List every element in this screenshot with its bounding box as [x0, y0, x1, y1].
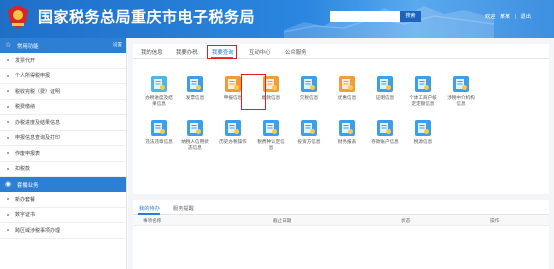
- bullet-icon: [7, 90, 9, 93]
- sidebar-item[interactable]: 跨区域涉税事项办理: [0, 223, 126, 239]
- bullet-icon: [7, 198, 9, 201]
- bullet-icon: [7, 59, 9, 62]
- preference-icon: [339, 76, 355, 92]
- tab-do-tax[interactable]: 我要办税: [176, 48, 198, 56]
- tax-type-icon: [263, 120, 279, 136]
- search-input[interactable]: [330, 11, 400, 22]
- function-label: 税源信息: [413, 139, 433, 144]
- sidebar-item-label: 税收完税（费）证明: [15, 88, 61, 95]
- todo-tab-bar: 我的待办 服务提醒: [133, 200, 549, 215]
- sidebar-section-title: 套餐业务: [17, 182, 39, 189]
- sidebar-item[interactable]: 扣税款: [0, 162, 126, 177]
- invoice-icon: [187, 76, 203, 92]
- sidebar-item-label: 作废申报表: [15, 150, 41, 157]
- tax-source-icon: [415, 120, 431, 136]
- bullet-icon: [7, 136, 9, 139]
- function-label-line2: 信息: [456, 101, 466, 106]
- sidebar-item[interactable]: 税费缴纳: [0, 100, 126, 115]
- sidebar-item-label: 税费缴纳: [15, 104, 36, 111]
- top-links: 欢迎 某某 | 退出: [485, 13, 534, 20]
- sidebar-item[interactable]: 作废申报表: [0, 146, 126, 162]
- progress-icon: [151, 76, 167, 92]
- sidebar-section-title: 常用功能: [17, 43, 39, 50]
- todo-card: 我的待办 服务提醒 事项名称 截止日期 状态 操作: [133, 200, 549, 269]
- sidebar-item[interactable]: 办税进度及结果信息: [0, 115, 126, 131]
- sidebar-item[interactable]: 新办套餐: [0, 192, 126, 208]
- tab-highlight-box: [207, 45, 237, 59]
- investor-icon: [301, 120, 317, 136]
- arrears-icon: [301, 76, 317, 92]
- search-button[interactable]: 搜索: [400, 11, 421, 22]
- bullet-icon: [7, 105, 9, 108]
- sidebar-item-label: 个人所得税申报: [15, 73, 51, 80]
- sidebar-item-label: 发票代开: [15, 57, 36, 64]
- function-item[interactable]: 税源信息: [398, 118, 448, 160]
- bullet-icon: [7, 152, 9, 155]
- bullet-icon: [7, 213, 9, 216]
- sidebar: ☆ 常用功能 设置 发票代开 个人所得税申报 税收完税（费）证明 税费缴纳 办税…: [0, 38, 127, 269]
- credit-icon: [187, 120, 203, 136]
- sidebar-item-label: 申报信息查询及打印: [15, 135, 61, 142]
- username-text[interactable]: 某某: [500, 14, 510, 20]
- tab-public-service[interactable]: 公众服务: [285, 48, 307, 56]
- sidebar-item-label: 办税进度及结果信息: [15, 119, 61, 126]
- star-icon: ☆: [5, 42, 12, 49]
- header-bar: 国家税务总局重庆市电子税务局 搜索 欢迎 某某 | 退出: [0, 0, 554, 38]
- bullet-icon: [7, 229, 9, 232]
- business-icon: [415, 76, 431, 92]
- tax-emblem-icon: [8, 5, 28, 29]
- column-header: 操作: [490, 218, 500, 223]
- violation-icon: [151, 120, 167, 136]
- tab-my-info[interactable]: 我的信息: [141, 48, 163, 56]
- sidebar-item[interactable]: 数字证书: [0, 208, 126, 223]
- tab-my-todo[interactable]: 我的待办: [139, 205, 160, 212]
- column-header: 截止日期: [273, 218, 292, 223]
- bullet-icon: [7, 167, 9, 170]
- bullet-icon: [7, 121, 9, 124]
- history-icon: [225, 120, 241, 136]
- column-header: 事项名称: [143, 218, 162, 223]
- main-area: 我的信息 我要办税 我要查询 互动中心 公众服务 办税进度及结 果信息 发票信息 申报…: [128, 38, 554, 269]
- declaration-highlight-box: [241, 74, 266, 110]
- welcome-text: 欢迎: [485, 14, 496, 20]
- function-card: 我的信息 我要办税 我要查询 互动中心 公众服务 办税进度及结 果信息 发票信息 申报…: [133, 44, 549, 194]
- sidebar-item[interactable]: 发票代开: [0, 53, 126, 69]
- sidebar-item[interactable]: 税收完税（费）证明: [0, 84, 126, 100]
- declaration-icon: [225, 76, 241, 92]
- site-title: 国家税务总局重庆市电子税务局: [38, 8, 256, 26]
- sidebar-item-label: 新办套餐: [15, 196, 36, 203]
- financial-report-icon: [339, 120, 355, 136]
- link-separator: |: [514, 14, 517, 20]
- tab-interaction[interactable]: 互动中心: [249, 48, 271, 56]
- logout-link[interactable]: 退出: [521, 14, 531, 20]
- sidebar-item[interactable]: 个人所得税申报: [0, 69, 126, 84]
- settings-link[interactable]: 设置: [106, 42, 122, 49]
- certificate-icon: [377, 76, 393, 92]
- sidebar-section-package[interactable]: ◉ 套餐业务: [0, 177, 126, 192]
- bullet-icon: [7, 74, 9, 77]
- package-icon: ◉: [5, 181, 12, 188]
- column-header: 状态: [401, 218, 411, 223]
- function-item[interactable]: 涉税中介机构 信息: [436, 74, 486, 116]
- sidebar-item-label: 数字证书: [15, 212, 36, 219]
- sidebar-item-label: 扣税款: [15, 166, 31, 173]
- sidebar-item[interactable]: 申报信息查询及打印: [0, 131, 126, 146]
- agency-icon: [453, 76, 469, 92]
- sidebar-section-common[interactable]: ☆ 常用功能 设置: [0, 38, 126, 53]
- todo-table-header: 事项名称 截止日期 状态 操作: [133, 215, 549, 226]
- tab-bar: 我的信息 我要办税 我要查询 互动中心 公众服务: [133, 44, 549, 59]
- tab-service-reminder[interactable]: 服务提醒: [173, 205, 194, 212]
- sidebar-item-label: 跨区域涉税事项办理: [15, 227, 61, 234]
- bank-account-icon: [377, 120, 393, 136]
